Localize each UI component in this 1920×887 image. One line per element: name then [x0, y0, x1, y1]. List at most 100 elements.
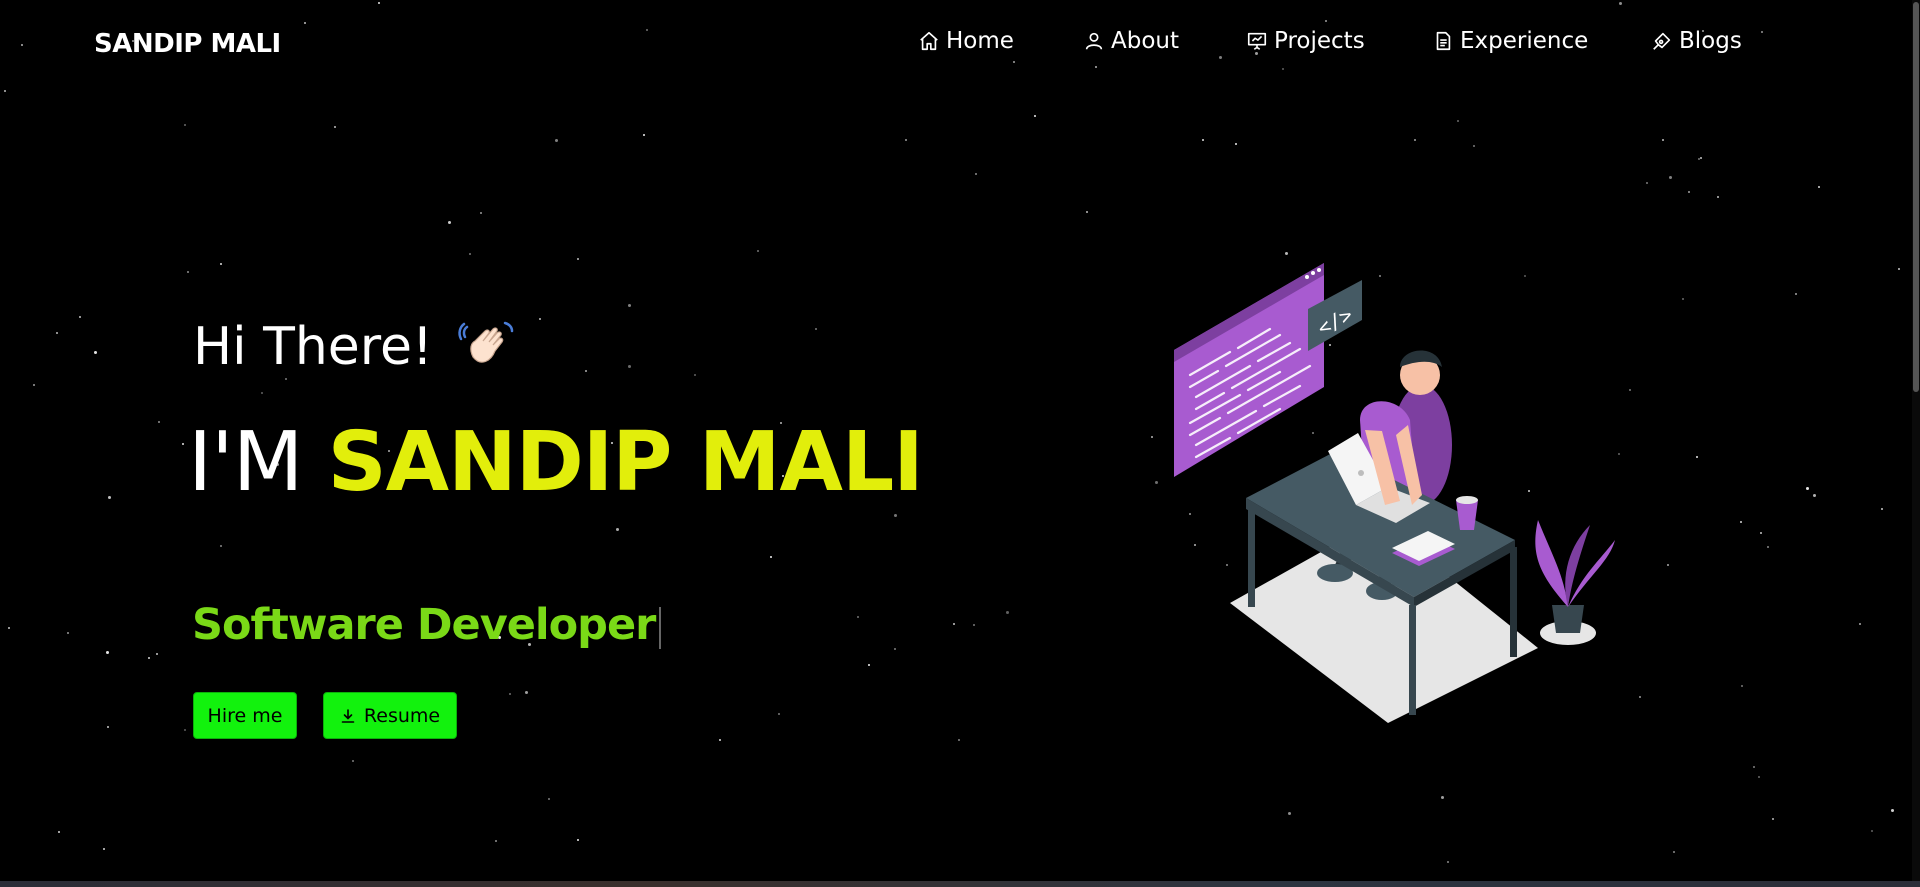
star-dot — [187, 271, 189, 273]
star-dot — [1667, 564, 1669, 566]
star-dot — [1639, 696, 1641, 698]
star-dot — [1813, 494, 1816, 497]
star-dot — [1682, 298, 1684, 300]
nav-experience[interactable]: Experience — [1432, 28, 1588, 54]
star-dot — [4, 90, 6, 92]
star-dot — [448, 221, 451, 224]
greeting: Hi There! — [193, 315, 519, 379]
star-dot — [156, 653, 158, 655]
hire-me-label: Hire me — [207, 704, 283, 727]
hire-me-button[interactable]: Hire me — [193, 692, 297, 739]
headline: I'M SANDIP MALI — [188, 415, 924, 510]
star-dot — [352, 760, 354, 762]
star-dot — [778, 713, 780, 715]
star-dot — [33, 384, 35, 386]
star-dot — [1669, 176, 1672, 179]
star-dot — [1013, 61, 1015, 63]
star-dot — [643, 134, 645, 136]
star-dot — [953, 623, 955, 625]
resume-button[interactable]: Resume — [323, 692, 457, 739]
star-dot — [577, 258, 579, 260]
star-dot — [868, 664, 870, 666]
nav-experience-label: Experience — [1460, 28, 1589, 54]
waving-hand-icon — [458, 321, 514, 363]
scrollbar-thumb[interactable] — [1913, 2, 1919, 392]
star-dot — [1034, 115, 1036, 117]
star-dot — [1457, 120, 1459, 122]
star-dot — [469, 253, 471, 255]
greeting-text: Hi There! — [193, 317, 433, 377]
star-dot — [548, 798, 550, 800]
page-scrollbar[interactable] — [1912, 0, 1920, 887]
star-dot — [67, 632, 69, 634]
star-dot — [1662, 139, 1664, 141]
star-dot — [1219, 56, 1222, 59]
star-dot — [220, 545, 222, 547]
document-icon — [1436, 31, 1451, 51]
star-dot — [555, 139, 558, 142]
resume-label: Resume — [363, 704, 441, 727]
star-dot — [1447, 861, 1449, 863]
home-icon — [920, 31, 938, 51]
star-dot — [21, 44, 23, 46]
star-dot — [148, 657, 150, 659]
nav-home-label: Home — [946, 28, 1014, 54]
star-dot — [719, 739, 721, 741]
star-dot — [539, 318, 541, 320]
headline-prefix: I'M — [188, 415, 303, 510]
star-dot — [1859, 623, 1861, 625]
star-dot — [894, 648, 896, 650]
star-dot — [1151, 436, 1153, 438]
star-dot — [378, 2, 380, 4]
star-dot — [1646, 182, 1648, 184]
brand-logo[interactable]: SANDIP MALI — [94, 29, 281, 59]
star-dot — [182, 443, 184, 445]
star-dot — [108, 496, 111, 499]
star-dot — [1881, 508, 1883, 510]
star-dot — [1414, 139, 1416, 141]
developer-at-desk-illustration: </> — [1174, 263, 1615, 723]
star-dot — [480, 212, 482, 214]
star-dot — [1767, 546, 1769, 548]
star-dot — [958, 739, 960, 741]
star-dot — [646, 29, 648, 31]
star-dot — [103, 848, 105, 850]
star-dot — [1891, 809, 1894, 812]
star-dot — [184, 124, 186, 126]
star-dot — [770, 556, 772, 558]
star-dot — [1740, 521, 1742, 523]
nav-blogs-label: Blogs — [1679, 28, 1742, 54]
star-dot — [1898, 268, 1900, 270]
star-dot — [857, 616, 859, 618]
star-dot — [1688, 191, 1690, 193]
star-dot — [1288, 812, 1291, 815]
star-dot — [1772, 818, 1774, 820]
star-dot — [1696, 456, 1698, 458]
nav-blogs[interactable]: Blogs — [1651, 28, 1742, 54]
star-dot — [94, 351, 97, 354]
star-dot — [1761, 31, 1763, 33]
nav-about[interactable]: About — [1083, 28, 1179, 54]
star-dot — [8, 627, 10, 629]
star-dot — [184, 729, 186, 731]
star-dot — [56, 332, 58, 334]
star-dot — [1758, 776, 1760, 778]
star-dot — [58, 831, 60, 833]
star-dot — [220, 263, 222, 265]
star-dot — [694, 374, 696, 376]
star-dot — [1282, 68, 1284, 70]
star-dot — [1006, 611, 1009, 614]
star-dot — [106, 651, 109, 654]
presentation-icon — [1247, 32, 1267, 50]
user-icon — [1085, 32, 1103, 50]
star-dot — [1095, 66, 1097, 68]
nav-projects[interactable]: Projects — [1246, 28, 1365, 54]
star-dot — [158, 421, 160, 423]
star-dot — [905, 139, 907, 141]
star-dot — [334, 126, 336, 128]
star-dot — [1795, 293, 1797, 295]
star-dot — [1818, 186, 1820, 188]
nav-about-label: About — [1111, 28, 1180, 54]
star-dot — [1700, 157, 1702, 159]
nav-home[interactable]: Home — [918, 28, 1014, 54]
